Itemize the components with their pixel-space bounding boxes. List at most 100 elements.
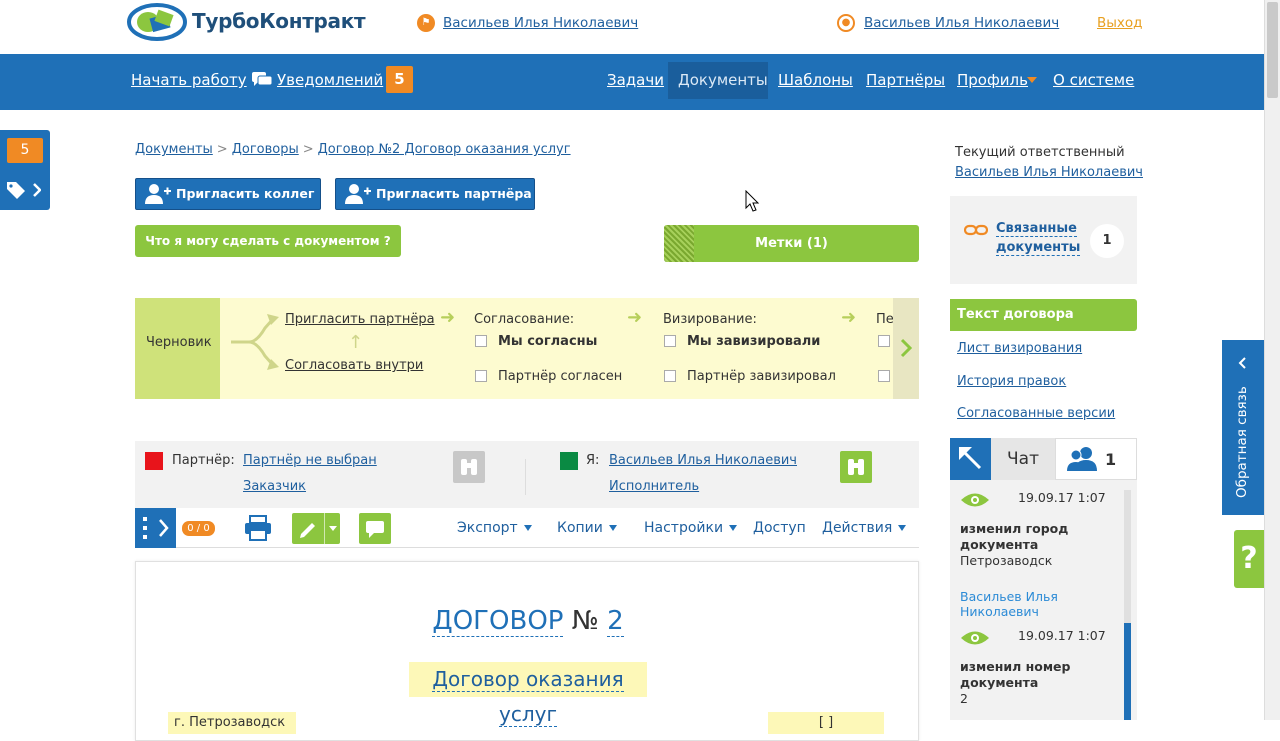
workflow-scroll-right[interactable] [893,298,919,399]
partner-select-link[interactable]: Партнёр не выбран [243,453,377,468]
toolbar-menu-toggle[interactable] [135,508,176,548]
document-page: ДОГОВОР № 2 Договор оказания услуг г. Пе… [135,561,919,741]
nav-partners[interactable]: Партнёры [866,71,945,89]
scrollbar-thumb[interactable] [1267,2,1278,98]
sidebar-item-edit-history[interactable]: История правок [957,374,1066,389]
partner-visaed-checkbox[interactable] [664,370,676,382]
breadcrumb-documents[interactable]: Документы [135,142,213,157]
invite-partner-link[interactable]: Пригласить партнёра [285,312,435,327]
access-label: Доступ [753,520,806,536]
we-visaed-checkbox[interactable] [664,335,676,347]
sidebar-item-contract-text[interactable]: Текст договора [950,299,1137,331]
nav-documents[interactable]: Документы [678,71,768,89]
me-role-link[interactable]: Исполнитель [609,479,699,494]
workflow-draft-stage: Черновик [135,298,220,399]
responsible-label: Текущий ответственный [955,145,1125,160]
tags-button[interactable]: Метки (1) [664,225,919,262]
current-user-link[interactable]: Васильев Илья Николаевич [443,15,638,31]
document-number[interactable]: 2 [607,606,624,637]
sidebar-item-agreed-versions[interactable]: Согласованные версии [957,406,1115,421]
nav-tasks[interactable]: Задачи [607,71,664,89]
arrow-right-icon: ➜ [627,307,643,328]
partner-color-square [145,452,163,470]
left-tags-tab[interactable]: 5 [0,130,50,210]
invite-colleagues-label: Пригласить коллег [176,186,315,201]
related-docs-label-line2[interactable]: документы [996,240,1081,256]
city-field[interactable]: г. Петрозаводск [168,712,296,734]
chat-entry-value: 2 [960,691,968,706]
chevron-left-icon [1238,357,1246,369]
settings-menu[interactable]: Настройки [644,520,738,536]
comment-button[interactable] [359,513,391,544]
copies-menu[interactable]: Копии [557,520,617,536]
print-checkbox[interactable] [878,335,890,347]
eye-icon [961,493,989,507]
partner-role-link[interactable]: Заказчик [243,479,306,494]
invite-colleagues-button[interactable]: Пригласить коллег [135,178,321,210]
chevron-right-icon [900,338,913,358]
nav-templates[interactable]: Шаблоны [778,71,853,89]
document-title-word[interactable]: ДОГОВОР [432,606,564,637]
invite-partner-button[interactable]: Пригласить партнёра [335,178,535,210]
chevron-down-icon[interactable] [329,526,337,531]
agree-inside-link[interactable]: Согласовать внутри [285,358,423,373]
access-menu[interactable]: Доступ [753,520,806,536]
tags-handle [664,225,694,262]
chat-scrollbar-thumb[interactable] [1124,623,1131,720]
we-agreed-label: Мы согласны [498,334,598,349]
users-icon [1067,447,1097,471]
binoculars-icon[interactable] [840,451,872,483]
what-can-i-do-button[interactable]: Что я могу сделать с документом ? [135,225,401,257]
comment-counter-badge: 0 / 0 [182,521,215,536]
tags-label: Метки (1) [755,236,828,251]
print-partner-checkbox[interactable] [878,370,890,382]
tab-participants[interactable]: 1 [1055,438,1137,480]
arrow-right-icon: ➜ [440,307,456,328]
we-agreed-checkbox[interactable] [475,335,487,347]
breadcrumb-current[interactable]: Договор №2 Договор оказания услуг [318,142,571,157]
export-menu[interactable]: Экспорт [457,520,532,536]
sidebar-item-visa-sheet[interactable]: Лист визирования [957,341,1082,356]
logo-text[interactable]: ТурбоКонтракт [192,9,366,33]
chat-expand-button[interactable] [950,438,991,480]
approval-heading: Согласование: [474,312,575,327]
profile-user-link[interactable]: Васильев Илья Николаевич [864,15,1059,31]
logo-icon[interactable] [126,2,188,42]
breadcrumb-separator: > [302,142,314,157]
actions-menu[interactable]: Действия [822,520,907,536]
parties-panel: Партнёр: Партнёр не выбран Заказчик Я: В… [135,441,919,508]
workflow-panel: Черновик Пригласить партнёра ↑ Согласова… [135,298,919,399]
print-icon[interactable] [243,515,273,541]
partner-agreed-checkbox[interactable] [475,370,487,382]
me-name-link[interactable]: Васильев Илья Николаевич [609,453,797,468]
date-field[interactable]: [ ] [768,712,884,734]
tags-count-badge: 5 [7,138,43,163]
related-docs-label-line1[interactable]: Связанные [996,221,1077,237]
nav-profile[interactable]: Профиль [957,71,1028,89]
breadcrumb-contracts[interactable]: Договоры [232,142,299,157]
settings-label: Настройки [644,520,724,536]
chevron-down-icon[interactable] [1027,77,1037,83]
binoculars-icon[interactable] [453,451,485,483]
responsible-name-link[interactable]: Васильев Илья Николаевич [955,165,1143,180]
chevron-down-icon [523,525,532,531]
notifications-badge[interactable]: 5 [386,66,413,93]
number-sign: № [571,606,599,636]
partner-agreed-label: Партнёр согласен [498,369,623,384]
add-user-icon [145,184,171,204]
tab-chat[interactable]: Чат [991,438,1055,480]
we-visaed-label: Мы завизировали [687,334,821,349]
page-scrollbar[interactable] [1264,0,1280,720]
up-arrow-icon: ↑ [348,332,364,353]
logout-link[interactable]: Выход [1097,15,1143,31]
comment-icon [366,521,384,538]
edit-button[interactable] [292,513,340,544]
nav-notifications[interactable]: Уведомлений [277,71,383,89]
nav-start-work[interactable]: Начать работу [131,71,247,89]
nav-about[interactable]: О системе [1053,71,1134,89]
chat-entry-author[interactable]: Васильев Илья Николаевич [960,589,1110,619]
help-button[interactable]: ? [1234,530,1264,588]
menu-dots-chevron-icon [143,517,169,539]
chevron-down-icon [608,525,617,531]
document-subtitle-field[interactable]: Договор оказания услуг [409,662,647,727]
